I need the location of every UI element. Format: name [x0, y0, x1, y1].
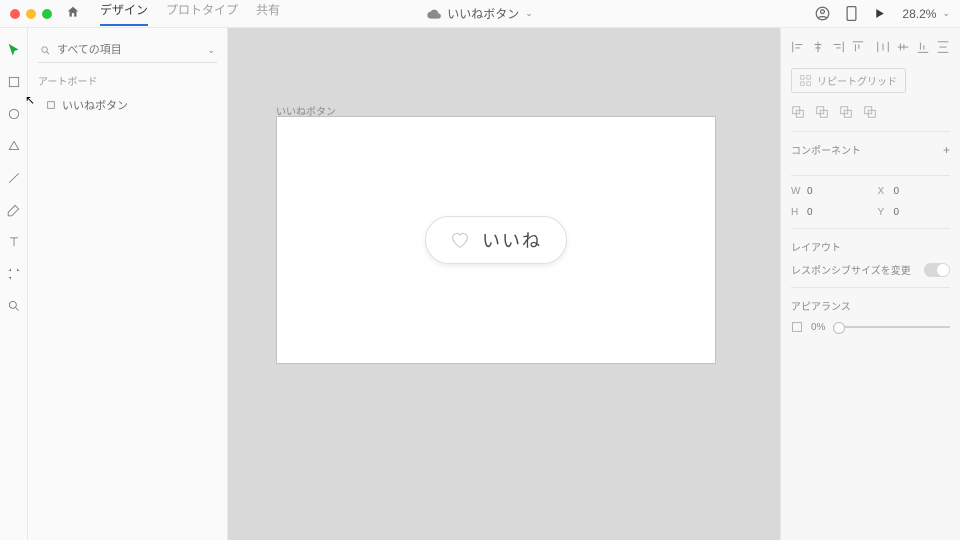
- responsive-resize-label: レスポンシブサイズを変更: [791, 262, 911, 277]
- repeat-grid-label: リピートグリッド: [817, 73, 897, 88]
- opacity-icon: [791, 321, 803, 333]
- align-left-icon[interactable]: [791, 40, 805, 54]
- top-bar: デザイン プロトタイプ 共有 いいねボタン ⌄ 28.2% ⌄: [0, 0, 960, 28]
- layout-section-label: レイアウト: [791, 239, 841, 254]
- boolean-ops-row: [791, 105, 950, 119]
- zoom-dropdown[interactable]: 28.2% ⌄: [902, 7, 950, 21]
- avatar-icon[interactable]: [815, 6, 830, 21]
- repeat-grid-button[interactable]: リピートグリッド: [791, 68, 906, 93]
- align-row: [791, 36, 950, 64]
- align-middle-icon[interactable]: [896, 40, 910, 54]
- tool-rail: [0, 28, 28, 540]
- artboard[interactable]: いいね: [276, 116, 716, 364]
- window-controls[interactable]: [10, 9, 52, 19]
- mode-tabs: デザイン プロトタイプ 共有: [100, 1, 280, 26]
- layers-section-title: アートボード: [38, 73, 217, 88]
- close-window-icon[interactable]: [10, 9, 20, 19]
- search-icon: [40, 45, 51, 56]
- artboard-tool-icon[interactable]: [6, 266, 22, 282]
- artboard-icon: [46, 100, 56, 110]
- subtract-icon[interactable]: [815, 105, 829, 119]
- play-icon[interactable]: [873, 7, 886, 20]
- heart-icon: [450, 231, 470, 249]
- layers-panel: ⌄ アートボード いいねボタン ↖: [28, 28, 228, 540]
- opacity-slider[interactable]: [833, 326, 950, 328]
- select-tool-icon[interactable]: [6, 42, 22, 58]
- add-component-icon[interactable]: +: [943, 143, 950, 157]
- distribute-h-icon[interactable]: [876, 40, 890, 54]
- chevron-down-icon[interactable]: ⌄: [207, 45, 215, 56]
- exclude-icon[interactable]: [863, 105, 877, 119]
- device-preview-icon[interactable]: [846, 6, 857, 21]
- component-section-header: コンポーネント +: [791, 142, 950, 157]
- tab-share[interactable]: 共有: [256, 1, 280, 26]
- cloud-icon: [427, 9, 441, 19]
- pen-tool-icon[interactable]: [6, 202, 22, 218]
- opacity-value[interactable]: 0%: [811, 322, 825, 333]
- height-field[interactable]: H0: [791, 207, 864, 218]
- grid-icon: [800, 75, 811, 86]
- appearance-section-label: アピアランス: [791, 298, 851, 313]
- zoom-value: 28.2%: [902, 7, 936, 21]
- search-input[interactable]: [57, 44, 201, 56]
- document-title[interactable]: いいねボタン ⌄: [427, 5, 533, 22]
- polygon-tool-icon[interactable]: [6, 138, 22, 154]
- topbar-right: 28.2% ⌄: [815, 6, 950, 21]
- tab-design[interactable]: デザイン: [100, 1, 148, 26]
- like-button-label: いいね: [482, 227, 542, 253]
- canvas[interactable]: いいねボタン いいね: [228, 28, 780, 540]
- like-button[interactable]: いいね: [425, 216, 567, 264]
- intersect-icon[interactable]: [839, 105, 853, 119]
- zoom-tool-icon[interactable]: [6, 298, 22, 314]
- y-field[interactable]: Y0: [878, 207, 951, 218]
- layer-label: いいねボタン: [62, 97, 128, 113]
- width-field[interactable]: W0: [791, 186, 864, 197]
- responsive-toggle[interactable]: [924, 263, 950, 277]
- x-field[interactable]: X0: [878, 186, 951, 197]
- distribute-v-icon[interactable]: [936, 40, 950, 54]
- cursor-icon: ↖: [25, 93, 35, 107]
- ellipse-tool-icon[interactable]: [6, 106, 22, 122]
- line-tool-icon[interactable]: [6, 170, 22, 186]
- component-section-label: コンポーネント: [791, 142, 861, 157]
- align-center-h-icon[interactable]: [811, 40, 825, 54]
- home-icon[interactable]: [66, 5, 80, 22]
- tab-prototype[interactable]: プロトタイプ: [166, 1, 238, 26]
- union-icon[interactable]: [791, 105, 805, 119]
- layers-search[interactable]: ⌄: [38, 40, 217, 63]
- align-top-icon[interactable]: [851, 40, 865, 54]
- document-title-text: いいねボタン: [447, 5, 519, 22]
- artboard-layer-item[interactable]: いいねボタン: [38, 94, 217, 116]
- text-tool-icon[interactable]: [6, 234, 22, 250]
- rectangle-tool-icon[interactable]: [6, 74, 22, 90]
- inspector-panel: リピートグリッド コンポーネント + W0 X0 H0 Y0 レイアウト: [780, 28, 960, 540]
- align-right-icon[interactable]: [831, 40, 845, 54]
- align-bottom-icon[interactable]: [916, 40, 930, 54]
- chevron-down-icon: ⌄: [942, 8, 950, 19]
- maximize-window-icon[interactable]: [42, 9, 52, 19]
- chevron-down-icon: ⌄: [525, 8, 533, 19]
- minimize-window-icon[interactable]: [26, 9, 36, 19]
